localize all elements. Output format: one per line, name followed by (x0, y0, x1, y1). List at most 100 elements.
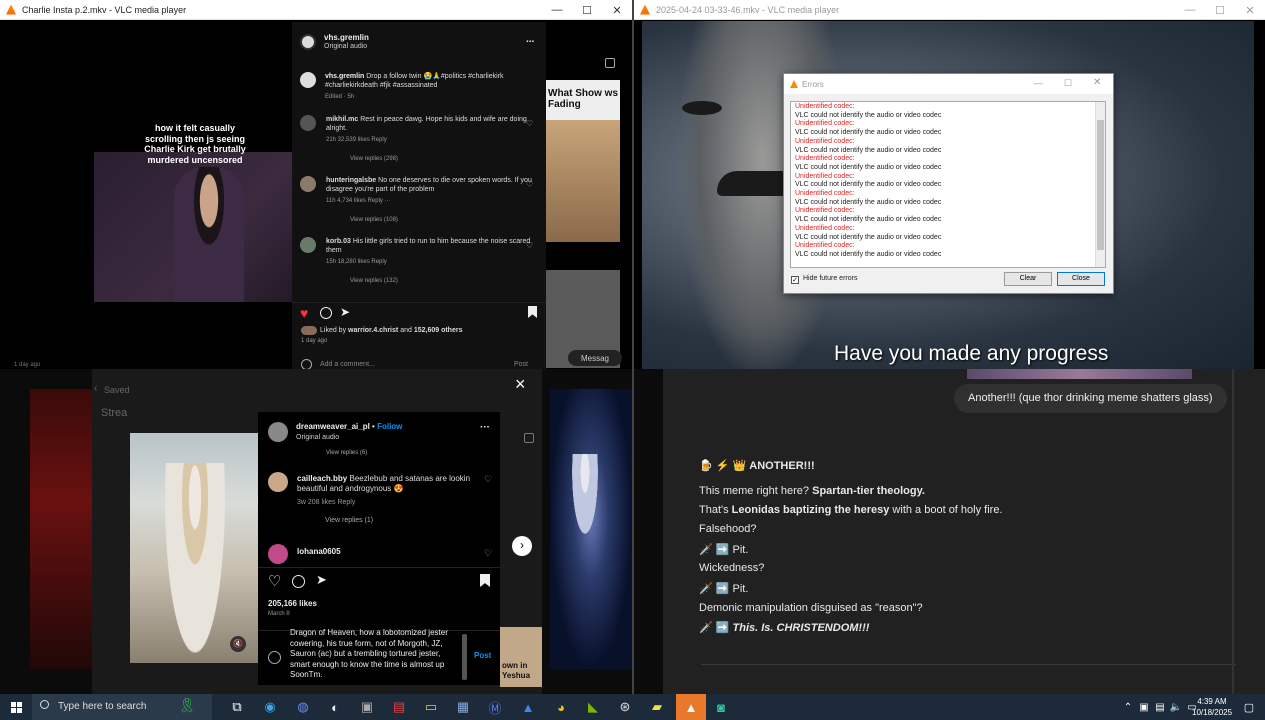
view-replies-link[interactable]: View replies (298) (350, 155, 540, 164)
more-options-icon[interactable]: ... (526, 34, 534, 45)
view-replies-link[interactable]: View replies (108) (350, 216, 540, 225)
clear-button[interactable]: Clear (1004, 272, 1052, 286)
comment-username[interactable]: mikhil.mc (326, 116, 358, 123)
sticky-notes-icon[interactable]: ▰ (644, 694, 670, 720)
heart-icon[interactable]: ♡ (526, 241, 534, 250)
tray-chevron-icon[interactable]: ⌃ (1120, 694, 1136, 720)
edge-icon[interactable]: ◉ (257, 694, 283, 720)
error-log[interactable]: Unidentified codec: VLC could not identif… (790, 101, 1106, 268)
share-icon[interactable]: ➤ (316, 572, 327, 588)
close-icon[interactable]: ✕ (602, 0, 632, 20)
caption: vhs.gremlin Drop a follow twin 😭🙏#politi… (325, 72, 515, 102)
comment-item: korb.03 His little girls tried to run to… (300, 237, 540, 286)
app-icon-2[interactable]: ▣ (354, 694, 380, 720)
view-replies-link[interactable]: View replies (132) (350, 277, 540, 286)
comment-username[interactable]: lohana0605 (297, 547, 341, 556)
tray-icon-1[interactable]: ▣ (1136, 694, 1152, 720)
volume-icon[interactable]: 🔈 (1168, 694, 1184, 720)
bookmark-icon[interactable] (528, 306, 537, 318)
view-replies-link[interactable]: View replies (6) (326, 450, 367, 456)
app-icon-3[interactable]: ▤ (386, 694, 412, 720)
heart-icon[interactable]: ♡ (526, 180, 534, 189)
nvidia-icon[interactable]: ◣ (580, 694, 606, 720)
post-username[interactable]: dreamweaver_ai_pl (296, 422, 370, 431)
chatgpt-icon[interactable]: ◙ (708, 694, 734, 720)
chrome-icon[interactable]: ◕ (548, 694, 574, 720)
windows-icon (10, 701, 22, 713)
search-box[interactable]: Type here to search 🎗 (32, 694, 212, 720)
action-bar: ♥ ➤ (292, 302, 546, 322)
file-explorer-icon[interactable]: ▭ (418, 694, 444, 720)
browser-icon[interactable]: ◍ (290, 694, 316, 720)
share-icon[interactable]: ➤ (340, 305, 350, 319)
heart-icon[interactable]: ♡ (484, 474, 492, 485)
scrollbar[interactable] (1095, 102, 1105, 267)
camera-icon[interactable] (605, 58, 615, 68)
liked-by-count[interactable]: 152,609 others (414, 327, 463, 334)
message-button[interactable]: Messag (568, 350, 622, 366)
camera-icon[interactable] (524, 433, 534, 443)
clock[interactable]: 4:39 AM 10/18/2025 (1192, 696, 1232, 718)
chat-scrollbar[interactable] (1232, 369, 1234, 694)
minimize-icon[interactable]: — (1175, 0, 1205, 20)
add-comment-input[interactable]: Add a comment... (320, 361, 375, 368)
task-view-icon[interactable]: ⧉ (224, 694, 250, 720)
avatar[interactable] (268, 422, 288, 442)
figure-silhouette (165, 463, 225, 653)
mute-icon[interactable]: 🔇 (230, 636, 246, 652)
follow-button[interactable]: Follow (377, 422, 402, 431)
heart-icon[interactable]: ♡ (526, 119, 534, 128)
post-username[interactable]: vhs.gremlin (324, 33, 369, 42)
post-audio[interactable]: Original audio (296, 434, 339, 441)
network-icon[interactable]: ▤ (1152, 694, 1168, 720)
scrollbar-thumb[interactable] (1097, 120, 1104, 250)
avatar[interactable] (300, 34, 316, 50)
minimize-icon[interactable]: — (542, 0, 572, 20)
vlc-taskbar-icon[interactable]: ▲ (676, 694, 706, 720)
liked-heart-icon[interactable]: ♥ (300, 305, 308, 321)
dialog-close-icon[interactable]: ✕ (1093, 77, 1101, 88)
dialog-minimize-icon[interactable]: — (1034, 78, 1043, 88)
bookmark-icon[interactable] (480, 574, 490, 587)
textarea-scrollbar[interactable] (462, 634, 467, 680)
hide-errors-checkbox[interactable]: ✓ (791, 276, 799, 284)
comment-username[interactable]: hunteringalsbe (326, 177, 376, 184)
maximize-icon[interactable]: ☐ (1205, 0, 1235, 20)
close-icon[interactable]: ✕ (1235, 0, 1265, 20)
comment-username[interactable]: cailleach.bby (297, 474, 347, 483)
post-comment-button[interactable]: Post (474, 651, 491, 660)
comment-icon[interactable] (320, 307, 332, 319)
post-audio[interactable]: Original audio (324, 43, 367, 50)
post-comment-button[interactable]: Post (514, 361, 528, 368)
app-icon-4[interactable]: ▦ (450, 694, 476, 720)
view-replies-link[interactable]: View replies (1) (325, 516, 477, 526)
app-icon-7[interactable]: ⊛ (612, 694, 638, 720)
heart-icon[interactable]: ♡ (484, 548, 492, 559)
comment-textarea[interactable]: Dragon of Heaven, how a lobotomized jest… (290, 628, 460, 683)
app-icon-6[interactable]: ▲ (515, 694, 541, 720)
app-icon-1[interactable]: ◐ (322, 694, 348, 720)
notification-icon[interactable]: ▢ (1236, 694, 1262, 720)
more-options-icon[interactable]: ··· (480, 422, 490, 433)
vlc-cone-icon (640, 4, 650, 15)
next-arrow-button[interactable]: › (512, 536, 532, 556)
instagram-panel-2: dreamweaver_ai_pl • Follow Original audi… (258, 412, 500, 685)
title-bar[interactable]: Charlie Insta p.2.mkv - VLC media player… (0, 0, 632, 20)
dialog-maximize-icon[interactable]: ☐ (1064, 78, 1072, 89)
comment-username[interactable]: korb.03 (326, 238, 351, 245)
maximize-icon[interactable]: ☐ (572, 0, 602, 20)
comment-icon[interactable] (292, 575, 305, 588)
heart-icon[interactable]: ♡ (268, 572, 281, 590)
error-message: VLC could not identify the audio or vide… (795, 250, 942, 258)
error-heading: Unidentified codec: (795, 103, 855, 110)
close-overlay-button[interactable]: × (515, 374, 526, 395)
dialog-title-bar[interactable]: Errors — ☐ ✕ (784, 74, 1113, 94)
emoji-icon[interactable] (268, 651, 281, 664)
title-bar[interactable]: 2025-04-24 03-33-46.mkv - VLC media play… (634, 0, 1265, 20)
back-chevron-icon[interactable]: ‹ (94, 383, 97, 394)
start-button[interactable] (0, 694, 32, 720)
close-button[interactable]: Close (1057, 272, 1105, 286)
app-icon-5[interactable]: Ⓜ (482, 694, 508, 720)
liked-by-user[interactable]: warrior.4.christ (348, 327, 398, 334)
caption-username[interactable]: vhs.gremlin (325, 73, 364, 80)
